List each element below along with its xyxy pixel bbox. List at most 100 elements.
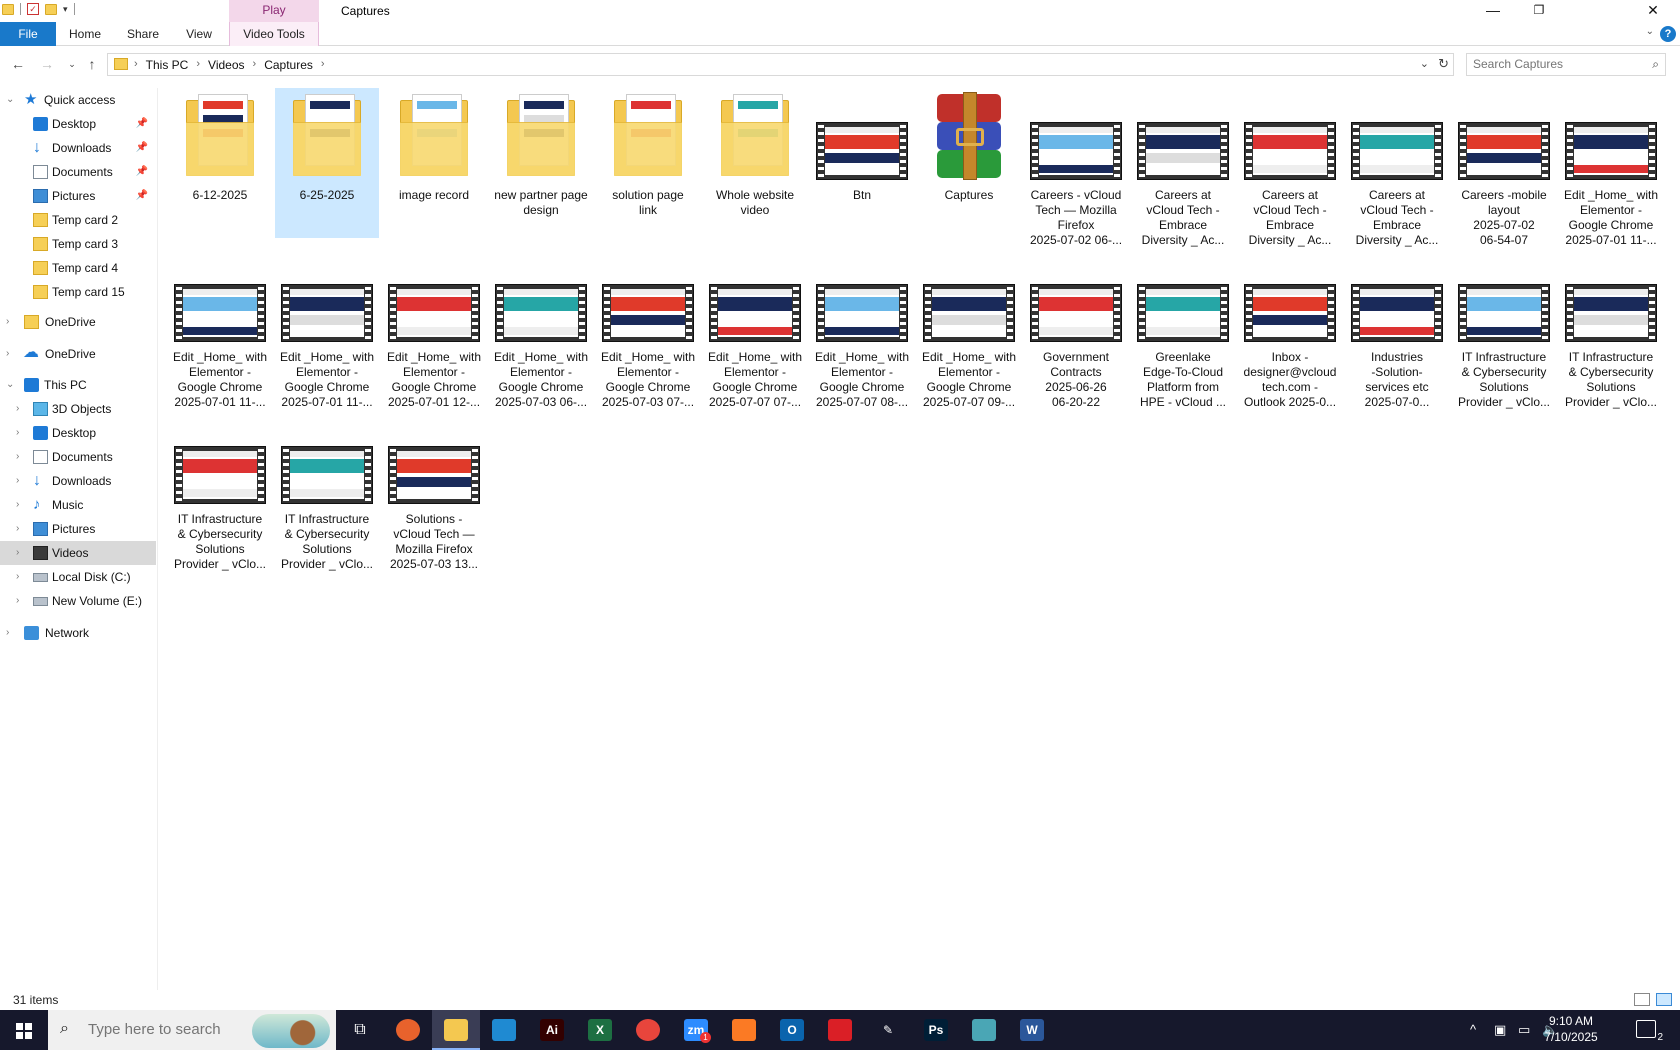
breadcrumb-captures[interactable]: Captures xyxy=(264,58,313,72)
video-file-item[interactable]: Solutions - vCloud Tech — Mozilla Firefo… xyxy=(382,412,486,571)
video-file-item[interactable]: Careers at vCloud Tech - Embrace Diversi… xyxy=(1131,88,1235,247)
restore-button[interactable]: ❐ xyxy=(1516,0,1562,22)
taskbar-app-chrome[interactable] xyxy=(624,1010,672,1050)
nav-quick-temp-card-4[interactable]: Temp card 4 xyxy=(0,256,158,280)
video-file-item[interactable]: IT Infrastructure & Cybersecurity Soluti… xyxy=(1452,250,1556,409)
taskbar-app-photoshop[interactable]: Ps xyxy=(912,1010,960,1050)
nav-pc-3d-objects[interactable]: › 3D Objects xyxy=(0,397,158,421)
breadcrumb-videos[interactable]: Videos xyxy=(208,58,244,72)
folder-item[interactable]: new partner page design xyxy=(489,88,593,238)
chevron-right-icon[interactable]: › xyxy=(16,493,19,517)
video-file-item[interactable]: Edit _Home_ with Elementor - Google Chro… xyxy=(810,250,914,409)
chevron-right-icon[interactable]: › xyxy=(16,589,19,613)
chevron-right-icon[interactable]: › xyxy=(16,445,19,469)
nav-pc-pictures[interactable]: › Pictures xyxy=(0,517,158,541)
tab-file[interactable]: File xyxy=(0,22,56,46)
nav-pc-music[interactable]: › ♪ Music xyxy=(0,493,158,517)
nav-pc-local-disk-c[interactable]: › Local Disk (C:) xyxy=(0,565,158,589)
chevron-right-icon[interactable]: › xyxy=(6,342,9,366)
chevron-right-icon[interactable]: › xyxy=(253,58,257,72)
nav-quick-temp-card-3[interactable]: Temp card 3 xyxy=(0,232,158,256)
video-file-item[interactable]: Careers at vCloud Tech - Embrace Diversi… xyxy=(1345,88,1449,247)
nav-this-pc[interactable]: ⌄ This PC xyxy=(0,373,158,397)
nav-quick-documents[interactable]: Documents 📌 xyxy=(0,160,158,184)
task-view-button[interactable]: ⧉ xyxy=(336,1010,384,1050)
large-icons-view-icon[interactable] xyxy=(1656,993,1672,1006)
search-input[interactable] xyxy=(1473,57,1643,71)
video-file-item[interactable]: Btn xyxy=(810,88,914,238)
help-icon[interactable]: ? xyxy=(1660,26,1676,42)
video-file-item[interactable]: Industries -Solution- services etc 2025-… xyxy=(1345,250,1449,409)
nav-quick-pictures[interactable]: Pictures 📌 xyxy=(0,184,158,208)
search-icon[interactable]: ⌕ xyxy=(1652,57,1659,72)
taskbar-app-excel[interactable]: X xyxy=(576,1010,624,1050)
video-file-item[interactable]: Careers -mobile layout 2025-07-02 06-54-… xyxy=(1452,88,1556,247)
archive-item[interactable]: Captures xyxy=(917,88,1021,238)
show-hidden-icons[interactable]: ^ xyxy=(1470,1022,1476,1037)
video-file-item[interactable]: IT Infrastructure & Cybersecurity Soluti… xyxy=(168,412,272,571)
taskbar-app-word[interactable]: W xyxy=(1008,1010,1056,1050)
taskbar-app-vscode[interactable] xyxy=(480,1010,528,1050)
forward-button[interactable]: → xyxy=(37,54,57,74)
video-file-item[interactable]: Careers at vCloud Tech - Embrace Diversi… xyxy=(1238,88,1342,247)
chevron-down-icon[interactable]: ⌄ xyxy=(6,88,14,112)
nav-onedrive[interactable]: › ☁ OneDrive xyxy=(0,342,158,366)
folder-item[interactable]: 6-25-2025 xyxy=(275,88,379,238)
taskbar-app-app[interactable] xyxy=(960,1010,1008,1050)
customize-toolbar-icon[interactable]: ▾ xyxy=(63,4,68,15)
chevron-right-icon[interactable]: › xyxy=(16,469,19,493)
expand-ribbon-icon[interactable]: ⌄ xyxy=(1646,26,1654,37)
taskbar-search-input[interactable] xyxy=(88,1021,258,1038)
video-file-item[interactable]: IT Infrastructure & Cybersecurity Soluti… xyxy=(275,412,379,571)
recent-locations-icon[interactable]: ⌄ xyxy=(62,54,82,74)
nav-quick-desktop[interactable]: Desktop 📌 xyxy=(0,112,158,136)
nav-quick-downloads[interactable]: ↓ Downloads 📌 xyxy=(0,136,158,160)
address-bar[interactable]: › This PC › Videos › Captures › ⌄ ↻ xyxy=(107,53,1454,76)
taskbar-app-file-explorer[interactable] xyxy=(432,1010,480,1050)
nav-network[interactable]: › Network xyxy=(0,621,158,645)
nav-pc-desktop[interactable]: › Desktop xyxy=(0,421,158,445)
chevron-right-icon[interactable]: › xyxy=(321,58,325,72)
video-file-item[interactable]: Edit _Home_ with Elementor - Google Chro… xyxy=(917,250,1021,409)
folder-item[interactable]: 6-12-2025 xyxy=(168,88,272,238)
properties-icon[interactable]: ✓ xyxy=(27,3,39,15)
video-file-item[interactable]: Government Contracts 2025-06-26 06-20-22 xyxy=(1024,250,1128,409)
video-file-item[interactable]: Edit _Home_ with Elementor - Google Chro… xyxy=(596,250,700,409)
chevron-right-icon[interactable]: › xyxy=(16,541,19,565)
tab-view[interactable]: View xyxy=(178,22,220,46)
taskbar-app-illustrator[interactable]: Ai xyxy=(528,1010,576,1050)
video-file-item[interactable]: Edit _Home_ with Elementor - Google Chro… xyxy=(382,250,486,409)
breadcrumb-this-pc[interactable]: This PC xyxy=(146,58,189,72)
security-icon[interactable]: ▣ xyxy=(1494,1022,1506,1038)
close-button[interactable]: ✕ xyxy=(1630,0,1676,22)
nav-pc-videos[interactable]: › Videos xyxy=(0,541,156,565)
address-history-dropdown[interactable]: ⌄ xyxy=(1420,57,1429,70)
taskbar-app-zoom[interactable]: zm 1 xyxy=(672,1010,720,1050)
up-button[interactable]: ↑ xyxy=(82,54,102,74)
video-file-item[interactable]: Edit _Home_ with Elementor - Google Chro… xyxy=(703,250,807,409)
new-folder-icon[interactable] xyxy=(45,3,57,15)
nav-pc-downloads[interactable]: › ↓ Downloads xyxy=(0,469,158,493)
action-center-button[interactable]: 2 xyxy=(1636,1020,1663,1043)
taskbar-app-outlook[interactable]: O xyxy=(768,1010,816,1050)
taskbar-app-firefox[interactable] xyxy=(384,1010,432,1050)
nav-quick-temp-card-2[interactable]: Temp card 2 xyxy=(0,208,158,232)
tab-share[interactable]: Share xyxy=(118,22,168,46)
chevron-down-icon[interactable]: ⌄ xyxy=(6,373,14,397)
taskbar-search[interactable]: ⌕ xyxy=(48,1010,336,1050)
chevron-right-icon[interactable]: › xyxy=(16,397,19,421)
video-file-item[interactable]: Edit _Home_ with Elementor - Google Chro… xyxy=(489,250,593,409)
nav-pc-documents[interactable]: › Documents xyxy=(0,445,158,469)
nav-quick-temp-card-15[interactable]: Temp card 15 xyxy=(0,280,158,304)
chevron-right-icon[interactable]: › xyxy=(196,58,200,72)
video-file-item[interactable]: Inbox - designer@vcloud tech.com - Outlo… xyxy=(1238,250,1342,409)
chevron-right-icon[interactable]: › xyxy=(6,310,9,334)
minimize-button[interactable]: — xyxy=(1470,0,1516,22)
chevron-right-icon[interactable]: › xyxy=(16,517,19,541)
search-highlight-image[interactable] xyxy=(252,1014,330,1048)
clock[interactable]: 9:10 AM 7/10/2025 xyxy=(1534,1013,1608,1045)
folder-item[interactable]: Whole website video xyxy=(703,88,807,238)
refresh-icon[interactable]: ↻ xyxy=(1438,56,1449,72)
chevron-right-icon[interactable]: › xyxy=(16,421,19,445)
video-file-item[interactable]: Greenlake Edge-To-Cloud Platform from HP… xyxy=(1131,250,1235,409)
